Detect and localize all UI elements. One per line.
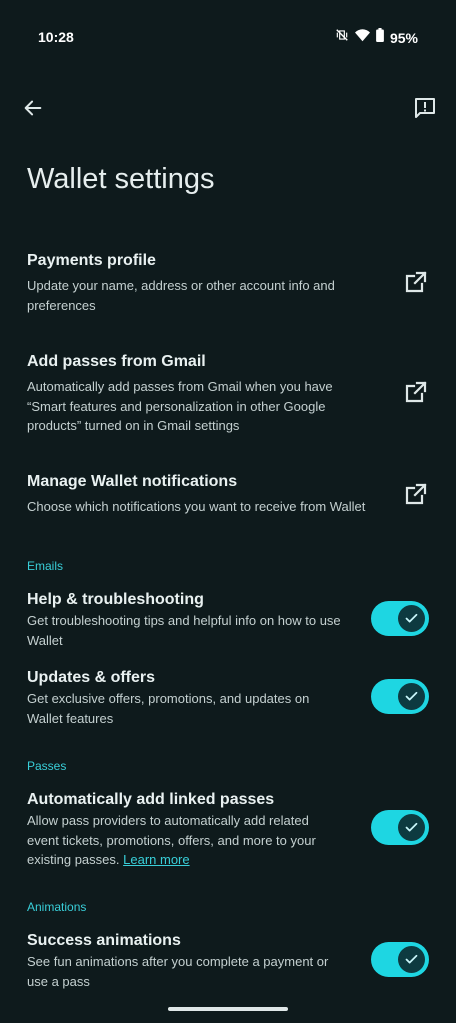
row-description: Choose which notifications you want to r…: [27, 499, 366, 514]
status-icons: 95%: [335, 28, 418, 47]
battery-percent: 95%: [389, 29, 418, 46]
row-title: Add passes from Gmail: [27, 353, 206, 370]
wifi-icon: [354, 28, 370, 47]
row-description: Allow pass providers to automatically ad…: [27, 811, 337, 870]
success-animations-row[interactable]: Success animations See fun animations af…: [0, 925, 456, 989]
check-icon: [405, 954, 418, 964]
section-header-passes: Passes: [27, 759, 67, 773]
back-button[interactable]: [18, 93, 48, 123]
check-icon: [405, 613, 418, 623]
row-title: Help & troubleshooting: [27, 591, 204, 608]
manage-notifications-row[interactable]: Manage Wallet notifications Choose which…: [0, 466, 456, 526]
status-bar: 10:28 95%: [0, 0, 456, 72]
battery-icon: [376, 28, 384, 47]
row-title: Updates & offers: [27, 669, 156, 686]
toggle-knob: [398, 683, 425, 710]
updates-offers-toggle[interactable]: [371, 679, 429, 714]
learn-more-link[interactable]: Learn more: [123, 852, 189, 867]
page-title: Wallet settings: [27, 163, 215, 195]
toggle-knob: [398, 814, 425, 841]
row-title: Manage Wallet notifications: [27, 473, 238, 490]
status-time: 10:28: [38, 29, 74, 45]
row-title: Payments profile: [27, 252, 156, 269]
updates-offers-row[interactable]: Updates & offers Get exclusive offers, p…: [0, 662, 456, 726]
app-bar: [0, 90, 456, 126]
check-icon: [405, 691, 418, 701]
vibrate-off-icon: [335, 28, 349, 47]
row-description: Automatically add passes from Gmail when…: [27, 379, 333, 433]
feedback-button[interactable]: [410, 93, 440, 123]
linked-passes-toggle[interactable]: [371, 810, 429, 845]
row-title: Success animations: [27, 932, 181, 949]
feedback-icon: [415, 98, 435, 118]
open-external-icon[interactable]: [404, 270, 428, 294]
help-troubleshooting-toggle[interactable]: [371, 601, 429, 636]
home-indicator[interactable]: [168, 1007, 288, 1011]
add-passes-gmail-row[interactable]: Add passes from Gmail Automatically add …: [0, 346, 456, 446]
open-external-icon[interactable]: [404, 482, 428, 506]
help-troubleshooting-row[interactable]: Help & troubleshooting Get troubleshooti…: [0, 584, 456, 648]
section-header-animations: Animations: [27, 900, 87, 914]
payments-profile-row[interactable]: Payments profile Update your name, addre…: [0, 245, 456, 325]
row-description: See fun animations after you complete a …: [27, 954, 329, 989]
row-title: Automatically add linked passes: [27, 791, 275, 808]
open-external-icon[interactable]: [404, 380, 428, 404]
toggle-knob: [398, 605, 425, 632]
row-description: Update your name, address or other accou…: [27, 278, 335, 313]
success-animations-toggle[interactable]: [371, 942, 429, 977]
back-arrow-icon: [24, 100, 42, 116]
check-icon: [405, 822, 418, 832]
toggle-knob: [398, 946, 425, 973]
row-description: Get troubleshooting tips and helpful inf…: [27, 613, 341, 648]
linked-passes-row[interactable]: Automatically add linked passes Allow pa…: [0, 784, 456, 874]
section-header-emails: Emails: [27, 559, 64, 573]
row-description: Get exclusive offers, promotions, and up…: [27, 691, 310, 726]
